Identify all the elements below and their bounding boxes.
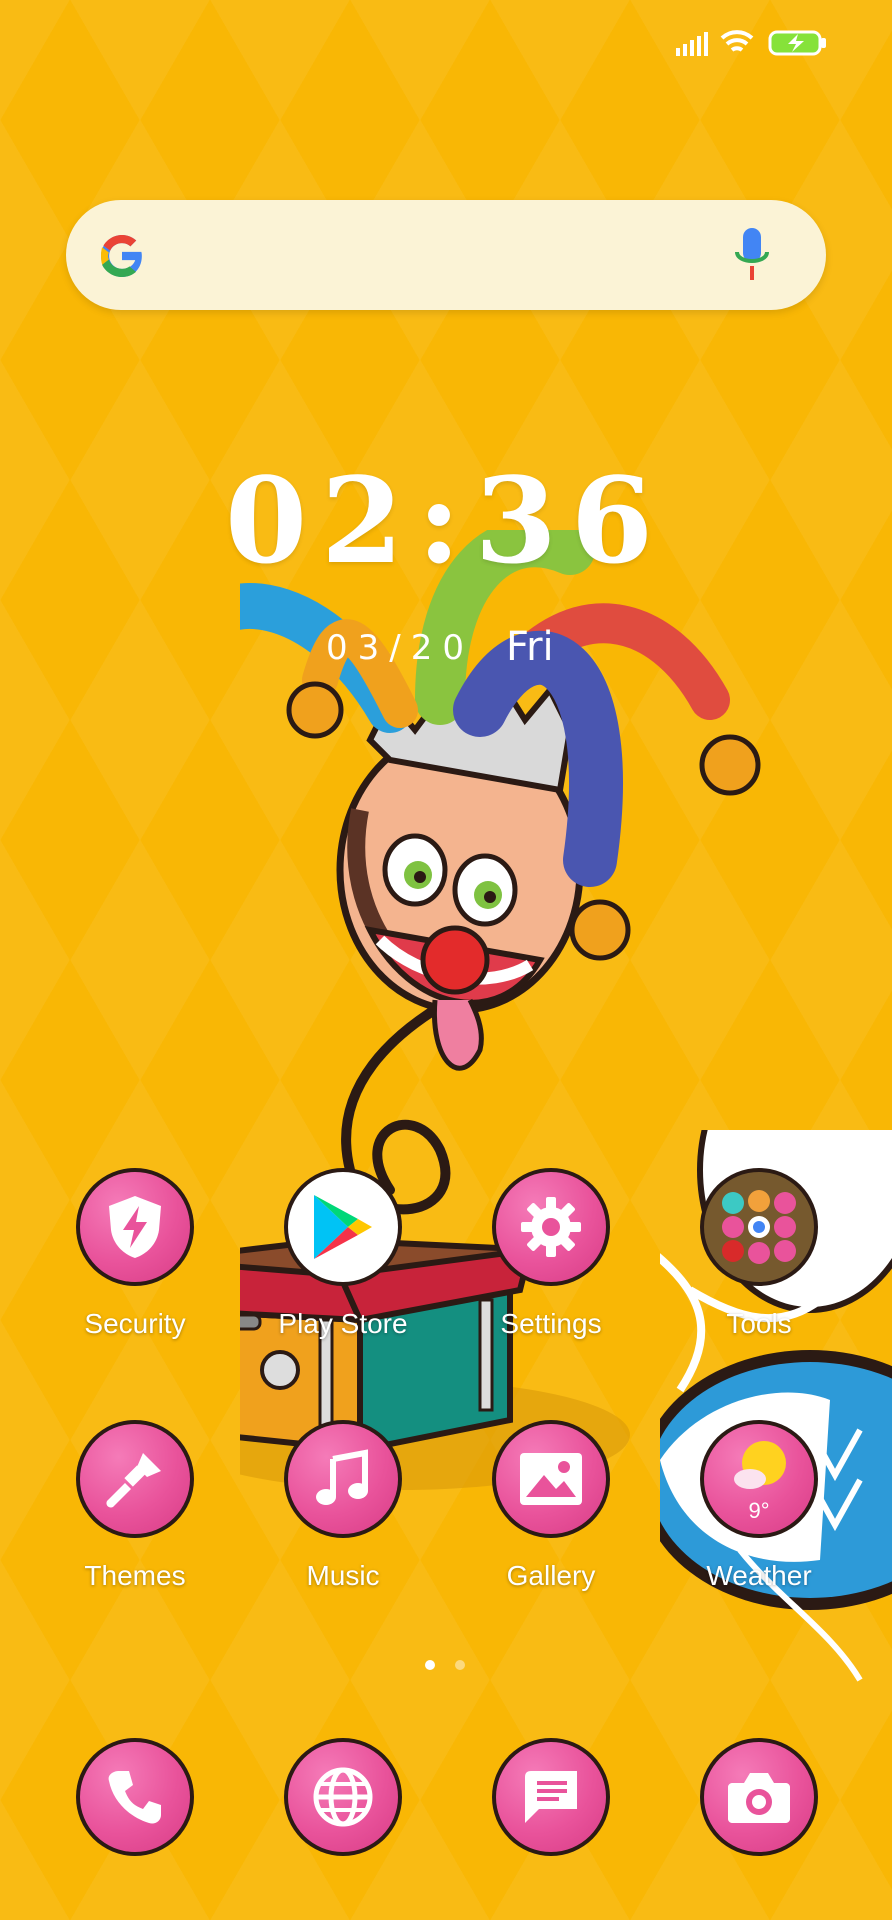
app-play-store[interactable]: Play Store <box>273 1168 413 1340</box>
app-weather[interactable]: 9° Weather <box>689 1420 829 1592</box>
messages-icon <box>525 1771 577 1823</box>
camera-icon <box>728 1773 790 1823</box>
google-logo-icon <box>101 235 145 277</box>
paintbrush-icon <box>106 1453 161 1508</box>
app-security[interactable]: Security <box>65 1168 205 1340</box>
clock-date: 03/20 <box>326 628 474 668</box>
page-indicator-dot <box>455 1660 465 1670</box>
clock-time[interactable]: 02:36 <box>0 462 892 580</box>
app-label: Tools <box>726 1308 792 1339</box>
dock-messages[interactable] <box>481 1738 621 1856</box>
dock-camera[interactable] <box>689 1738 829 1856</box>
app-gallery[interactable]: Gallery <box>481 1420 621 1592</box>
app-label: Security <box>84 1308 186 1339</box>
weather-temperature: 9° <box>748 1498 770 1523</box>
app-tools-folder[interactable]: Tools <box>689 1168 829 1340</box>
mic-icon[interactable] <box>734 226 770 284</box>
phone-icon <box>108 1771 161 1824</box>
app-label: Play Store <box>278 1308 408 1339</box>
gear-icon <box>521 1197 581 1257</box>
battery-charging-icon <box>768 30 826 56</box>
shield-lightning-icon <box>109 1196 161 1258</box>
music-note-icon <box>316 1449 368 1505</box>
page-indicator-dot-active <box>425 1660 435 1670</box>
app-label: Themes <box>84 1560 186 1591</box>
weather-sun-cloud-icon <box>734 1441 786 1489</box>
cellular-signal-icon <box>676 32 708 56</box>
dock-browser[interactable] <box>273 1738 413 1856</box>
status-bar <box>676 24 836 60</box>
app-label: Gallery <box>506 1560 596 1591</box>
image-icon <box>520 1453 582 1505</box>
wifi-icon <box>720 30 754 52</box>
app-label: Music <box>306 1560 380 1591</box>
app-label: Weather <box>706 1560 812 1591</box>
app-themes[interactable]: Themes <box>65 1420 205 1592</box>
google-search-bar[interactable] <box>66 200 826 310</box>
app-settings[interactable]: Settings <box>481 1168 621 1340</box>
clock-day: Fri <box>506 624 554 670</box>
folder-icon <box>722 1190 796 1264</box>
app-music[interactable]: Music <box>273 1420 413 1592</box>
play-store-icon <box>314 1195 372 1259</box>
app-label: Settings <box>500 1308 602 1339</box>
dock-phone[interactable] <box>65 1738 205 1856</box>
browser-globe-icon <box>313 1767 373 1827</box>
